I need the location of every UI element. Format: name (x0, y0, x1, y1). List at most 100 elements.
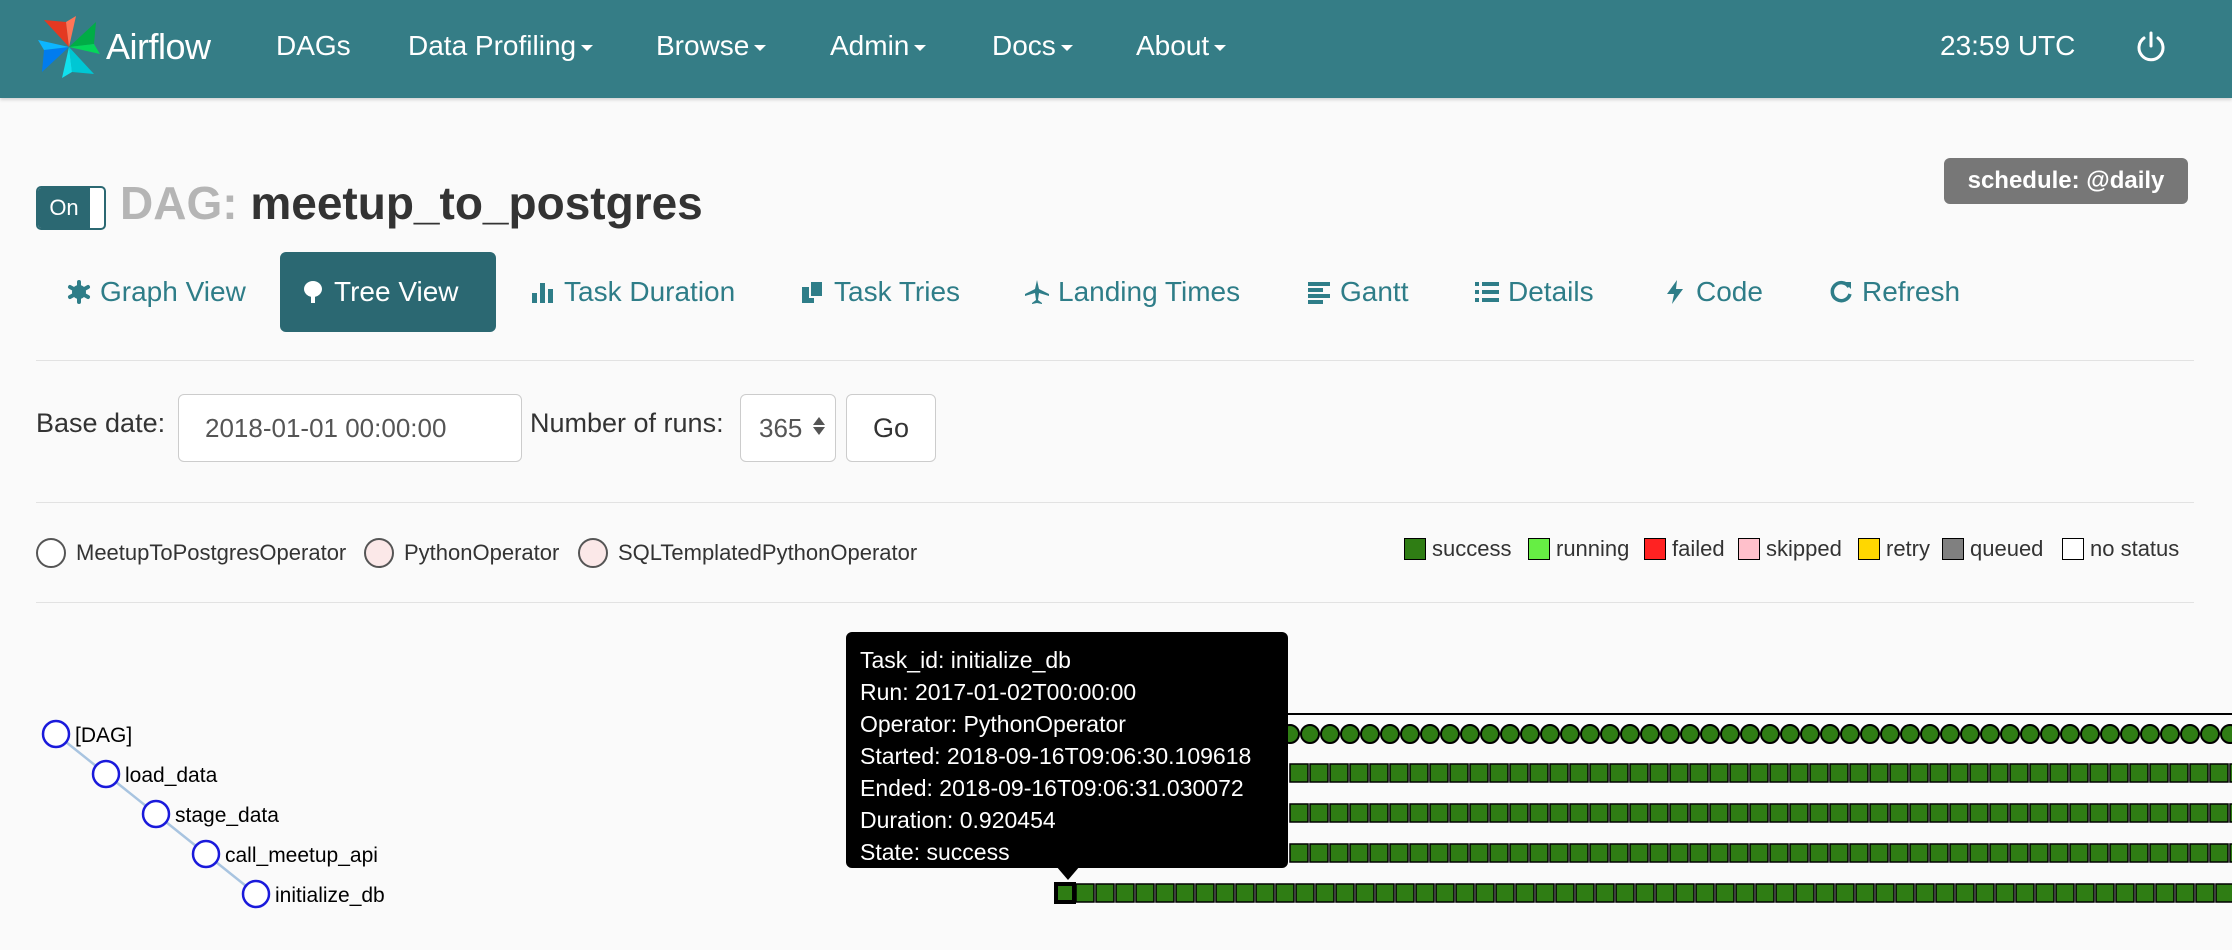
dag-run-circle[interactable] (1820, 724, 1840, 744)
task-instance-square[interactable] (2035, 883, 2055, 903)
nav-docs[interactable]: Docs (992, 30, 1073, 62)
dag-run-circle[interactable] (1740, 724, 1760, 744)
task-instance-square[interactable] (1809, 843, 1829, 863)
task-instance-square[interactable] (1809, 803, 1829, 823)
task-instance-square[interactable] (1709, 803, 1729, 823)
task-instance-square[interactable] (1635, 883, 1655, 903)
task-instance-square[interactable] (1629, 843, 1649, 863)
task-instance-square[interactable] (1795, 883, 1815, 903)
dag-run-circle[interactable] (2180, 724, 2200, 744)
go-button[interactable]: Go (846, 394, 936, 462)
task-instance-square[interactable] (2149, 843, 2169, 863)
task-instance-square[interactable] (1529, 843, 1549, 863)
task-instance-square[interactable] (1395, 883, 1415, 903)
task-instance-square[interactable] (1309, 843, 1329, 863)
task-instance-square[interactable] (1509, 843, 1529, 863)
task-instance-square[interactable] (1329, 843, 1349, 863)
task-instance-square[interactable] (1509, 763, 1529, 783)
task-instance-square[interactable] (1735, 883, 1755, 903)
task-instance-square[interactable] (1135, 883, 1155, 903)
dag-run-circle[interactable] (2200, 724, 2220, 744)
tab-tree-view[interactable]: Tree View (280, 252, 496, 332)
task-instance-square[interactable] (1849, 763, 1869, 783)
task-instance-square[interactable] (1829, 843, 1849, 863)
task-instance-square[interactable] (2009, 803, 2029, 823)
dag-run-circle[interactable] (1300, 724, 1320, 744)
base-date-input[interactable]: 2018-01-01 00:00:00 (178, 394, 522, 462)
task-instance-square[interactable] (1715, 883, 1735, 903)
task-instance-square[interactable] (1595, 883, 1615, 903)
task-instance-square[interactable] (1255, 883, 1275, 903)
task-instance-square[interactable] (1629, 803, 1649, 823)
tab-refresh[interactable]: Refresh (1808, 252, 1980, 332)
tree-node-circle[interactable] (41, 719, 71, 749)
task-instance-square[interactable] (2029, 843, 2049, 863)
dag-run-circle[interactable] (1520, 724, 1540, 744)
task-instance-square[interactable] (1655, 883, 1675, 903)
task-instance-square[interactable] (1375, 883, 1395, 903)
task-instance-square[interactable] (1609, 843, 1629, 863)
task-instance-square[interactable] (1529, 803, 1549, 823)
dag-run-circle[interactable] (1880, 724, 1900, 744)
task-instance-square[interactable] (1489, 803, 1509, 823)
dag-on-off-toggle[interactable]: On (36, 186, 106, 230)
task-instance-square[interactable] (1569, 803, 1589, 823)
tree-node-circle[interactable] (241, 879, 271, 909)
task-instance-square[interactable] (2069, 803, 2089, 823)
task-instance-square[interactable] (2049, 843, 2069, 863)
dag-run-circle[interactable] (1680, 724, 1700, 744)
task-instance-square[interactable] (1929, 763, 1949, 783)
task-instance-square[interactable] (1529, 763, 1549, 783)
dag-run-circle[interactable] (1840, 724, 1860, 744)
task-instance-square[interactable] (1629, 763, 1649, 783)
task-instance-square[interactable] (1389, 763, 1409, 783)
task-instance-square[interactable] (2095, 883, 2115, 903)
task-instance-square[interactable] (1589, 763, 1609, 783)
task-instance-square[interactable] (1869, 843, 1889, 863)
task-instance-square[interactable] (2209, 803, 2229, 823)
task-instance-square[interactable] (1469, 803, 1489, 823)
task-instance-square-hovered[interactable] (1054, 882, 1076, 904)
task-instance-square[interactable] (1289, 763, 1309, 783)
nav-about[interactable]: About (1136, 30, 1227, 62)
dag-run-circle[interactable] (1960, 724, 1980, 744)
task-instance-square[interactable] (1175, 883, 1195, 903)
task-instance-square[interactable] (2189, 803, 2209, 823)
task-instance-square[interactable] (1829, 803, 1849, 823)
task-instance-square[interactable] (1789, 843, 1809, 863)
brand[interactable]: Airflow (36, 14, 211, 80)
task-instance-square[interactable] (1875, 883, 1895, 903)
task-instance-square[interactable] (2155, 883, 2175, 903)
tree-node-circle[interactable] (141, 799, 171, 829)
task-instance-square[interactable] (1955, 883, 1975, 903)
task-instance-square[interactable] (1695, 883, 1715, 903)
task-instance-square[interactable] (2135, 883, 2155, 903)
task-instance-square[interactable] (2189, 843, 2209, 863)
task-instance-square[interactable] (1409, 763, 1429, 783)
dag-run-circle[interactable] (1620, 724, 1640, 744)
power-icon[interactable] (2134, 30, 2168, 64)
task-instance-square[interactable] (1215, 883, 1235, 903)
task-instance-square[interactable] (1309, 803, 1329, 823)
task-instance-square[interactable] (2129, 843, 2149, 863)
dag-run-circle[interactable] (1400, 724, 1420, 744)
task-instance-square[interactable] (1329, 763, 1349, 783)
task-instance-square[interactable] (1709, 843, 1729, 863)
task-instance-square[interactable] (1649, 843, 1669, 863)
task-instance-square[interactable] (1849, 803, 1869, 823)
task-instance-square[interactable] (2015, 883, 2035, 903)
task-instance-square[interactable] (1549, 803, 1569, 823)
num-runs-select[interactable]: 365 (740, 394, 836, 462)
task-instance-square[interactable] (1889, 843, 1909, 863)
task-instance-square[interactable] (1415, 883, 1435, 903)
task-instance-square[interactable] (1775, 883, 1795, 903)
task-instance-square[interactable] (2089, 843, 2109, 863)
task-instance-square[interactable] (1829, 763, 1849, 783)
tree-node-label[interactable]: load_data (125, 764, 218, 787)
task-instance-square[interactable] (1749, 763, 1769, 783)
task-instance-square[interactable] (2209, 763, 2229, 783)
task-instance-square[interactable] (1729, 843, 1749, 863)
task-instance-square[interactable] (1949, 843, 1969, 863)
task-instance-square[interactable] (1729, 763, 1749, 783)
tab-landing-times[interactable]: Landing Times (1004, 252, 1260, 332)
